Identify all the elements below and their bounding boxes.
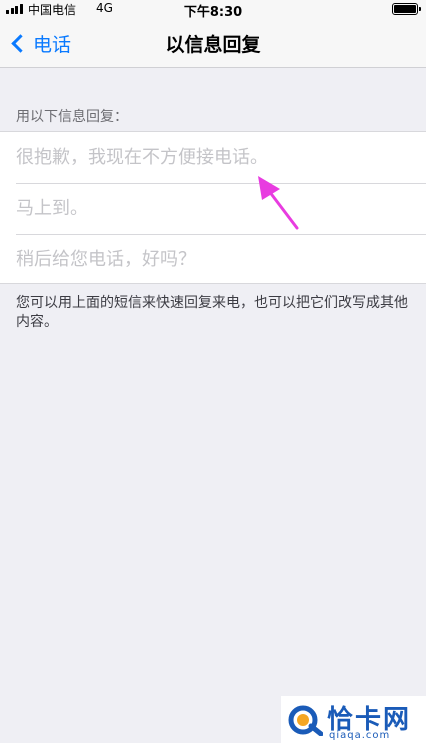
watermark-logo-icon [288,705,323,736]
section-header: 用以下信息回复： [16,109,128,125]
watermark: 恰卡网 qiaqa.com [281,696,426,743]
reply-text-field-1[interactable] [16,132,416,183]
list-item [0,234,426,285]
status-bar: 中国电信 4G 下午8:30 [0,0,426,20]
battery-icon [392,3,421,15]
quick-reply-list [0,131,426,285]
navigation-bar: 电话 以信息回复 [0,18,426,68]
list-item [0,183,426,234]
page-title: 以信息回复 [165,34,261,56]
list-item [0,132,426,183]
section-footer: 您可以用上面的短信来快速回复来电，也可以把它们改写成其他内容。 [16,295,408,330]
watermark-url: qiaqa.com [329,730,391,741]
reply-text-field-3[interactable] [16,234,416,285]
reply-text-field-2[interactable] [16,183,416,234]
